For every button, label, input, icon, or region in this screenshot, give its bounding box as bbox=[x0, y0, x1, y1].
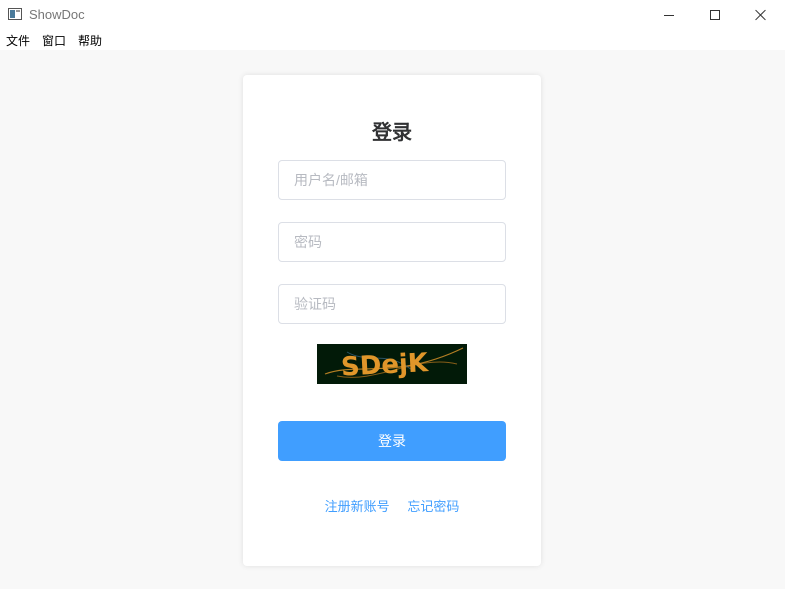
login-card: 登录 SDejK 登录 注册新账号 忘记密码 bbox=[243, 75, 541, 566]
minimize-icon bbox=[664, 14, 674, 16]
username-input[interactable] bbox=[278, 160, 506, 200]
maximize-button[interactable] bbox=[692, 0, 738, 30]
forgot-password-link[interactable]: 忘记密码 bbox=[407, 499, 459, 514]
title-bar: ShowDoc bbox=[0, 0, 785, 30]
login-title: 登录 bbox=[372, 122, 412, 144]
captcha-image[interactable]: SDejK bbox=[317, 344, 467, 384]
minimize-button[interactable] bbox=[646, 0, 692, 30]
menu-window[interactable]: 窗口 bbox=[42, 32, 66, 49]
register-link[interactable]: 注册新账号 bbox=[325, 499, 390, 514]
password-input[interactable] bbox=[278, 222, 506, 262]
close-icon bbox=[755, 9, 767, 21]
menu-help[interactable]: 帮助 bbox=[78, 32, 102, 49]
close-button[interactable] bbox=[738, 0, 784, 30]
menu-bar: 文件 窗口 帮助 bbox=[0, 30, 785, 50]
captcha-text: SDejK bbox=[340, 348, 429, 383]
window-title: ShowDoc bbox=[29, 7, 85, 22]
maximize-icon bbox=[710, 10, 720, 20]
account-links: 注册新账号 忘记密码 bbox=[243, 496, 541, 515]
menu-file[interactable]: 文件 bbox=[6, 32, 30, 49]
captcha-input[interactable] bbox=[278, 284, 506, 324]
app-window-icon bbox=[8, 8, 22, 20]
login-button[interactable]: 登录 bbox=[278, 421, 506, 461]
